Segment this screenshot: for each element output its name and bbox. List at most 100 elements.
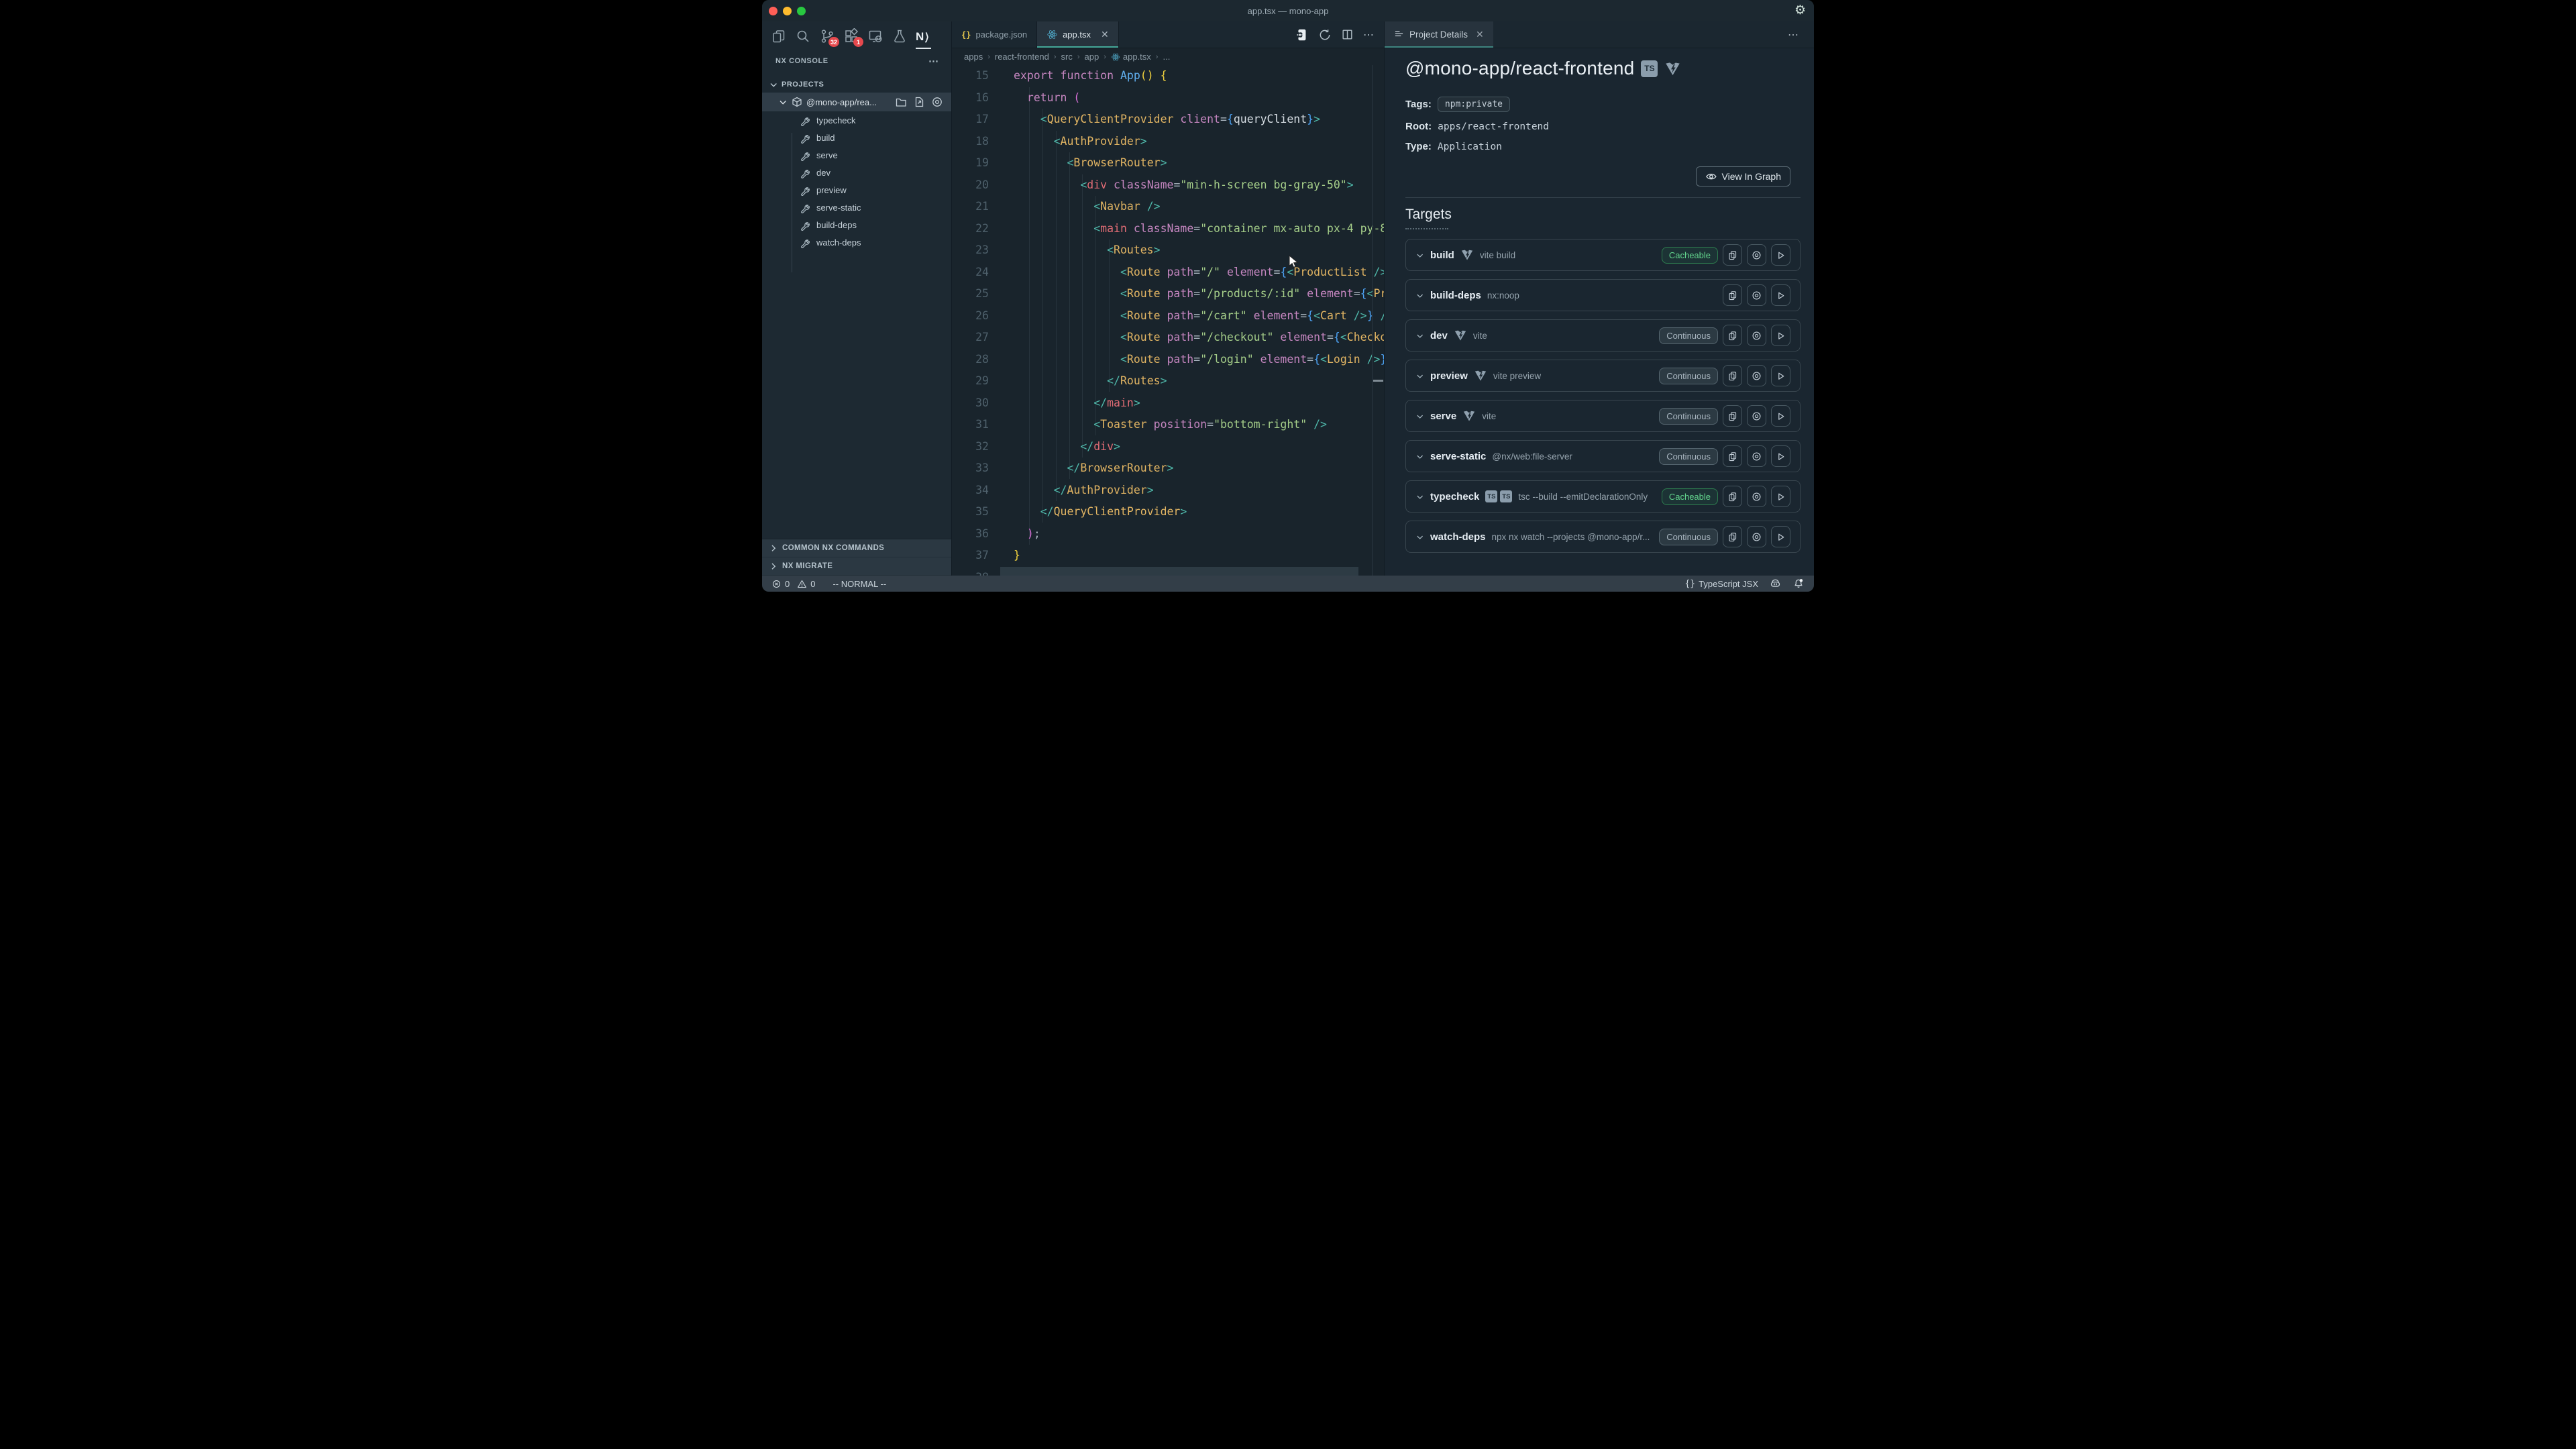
code-editor[interactable]: 15export function App() {16 return (17 <… xyxy=(952,65,1384,576)
breadcrumb-item--[interactable]: ... xyxy=(1163,52,1170,62)
code-line-30: 30 </main> xyxy=(952,392,1384,415)
vim-mode-indicator: -- NORMAL -- xyxy=(833,579,886,589)
tree-item-build-deps[interactable]: build-deps xyxy=(762,216,951,233)
panel-more-icon[interactable]: ⋯ xyxy=(1788,28,1814,42)
tree-item-typecheck[interactable]: typecheck xyxy=(762,111,951,129)
target-card-build-deps: build-deps nx:noop xyxy=(1405,279,1801,311)
target-command: tsc --build --emitDeclarationOnly xyxy=(1518,492,1648,502)
breadcrumb-item-apps[interactable]: apps xyxy=(964,52,983,62)
copy-icon[interactable] xyxy=(1723,405,1742,427)
chevron-down-icon[interactable] xyxy=(1415,412,1424,421)
view-output-icon[interactable] xyxy=(1747,445,1766,467)
copilot-icon[interactable] xyxy=(1769,578,1782,590)
copy-icon[interactable] xyxy=(1723,244,1742,266)
copy-icon[interactable] xyxy=(1723,365,1742,386)
breadcrumb-item-src[interactable]: src xyxy=(1061,52,1072,62)
tab-package-json[interactable]: {} package.json xyxy=(952,21,1037,48)
target-card-typecheck: typecheck TSTS tsc --build --emitDeclara… xyxy=(1405,480,1801,513)
tree-item-dev[interactable]: dev xyxy=(762,164,951,181)
testing-beaker-icon[interactable] xyxy=(890,25,909,48)
nx-console-icon[interactable]: N⟩ xyxy=(914,25,933,48)
panel-content: @mono-app/react-frontend TS Tags: npm:pr… xyxy=(1385,48,1814,576)
tab-app-tsx[interactable]: app.tsx ✕ xyxy=(1037,21,1119,48)
run-target-icon[interactable] xyxy=(1771,325,1790,346)
copy-icon[interactable] xyxy=(1723,284,1742,306)
section-common-nx-commands[interactable]: COMMON NX COMMANDS xyxy=(762,539,951,557)
chevron-down-icon[interactable] xyxy=(1415,251,1424,260)
run-target-icon[interactable] xyxy=(1771,405,1790,427)
run-target-icon[interactable] xyxy=(1771,365,1790,386)
split-editor-icon[interactable] xyxy=(1341,28,1354,41)
tree-item-serve-static[interactable]: serve-static xyxy=(762,199,951,216)
search-icon[interactable] xyxy=(793,25,812,48)
vite-icon xyxy=(1664,60,1681,77)
language-mode[interactable]: {} TypeScript JSX xyxy=(1684,579,1758,589)
tree-item-watch-deps[interactable]: watch-deps xyxy=(762,233,951,251)
notifications-bell-icon[interactable] xyxy=(1792,578,1805,590)
code-line-15: 15export function App() { xyxy=(952,65,1384,87)
folder-icon[interactable] xyxy=(895,96,907,108)
section-nx-migrate[interactable]: NX MIGRATE xyxy=(762,557,951,576)
chevron-down-icon[interactable] xyxy=(1415,533,1424,541)
close-panel-icon[interactable]: ✕ xyxy=(1476,29,1484,40)
view-output-icon[interactable] xyxy=(1747,325,1766,346)
copy-icon[interactable] xyxy=(1723,526,1742,547)
view-graph-icon[interactable] xyxy=(931,96,943,108)
vscode-window: app.tsx — mono-app ⚙ 32 1 xyxy=(762,0,1814,592)
tree-section-projects[interactable]: PROJECTS xyxy=(762,76,951,93)
project-details-panel: Project Details ✕ ⋯ @mono-app/react-fron… xyxy=(1385,21,1814,576)
target-tool-icon: TSTS xyxy=(1485,490,1512,502)
editor-group[interactable]: {} package.json app.tsx ✕ ⋯ xyxy=(952,21,1385,576)
chevron-down-icon[interactable] xyxy=(1415,372,1424,380)
nx-project-details-icon[interactable] xyxy=(1294,27,1309,43)
close-tab-icon[interactable]: ✕ xyxy=(1101,29,1109,40)
run-target-icon[interactable] xyxy=(1771,284,1790,306)
tree-item-preview[interactable]: preview xyxy=(762,181,951,199)
explorer-icon[interactable] xyxy=(769,25,788,48)
settings-gear-icon[interactable]: ⚙ xyxy=(1794,3,1806,18)
remote-explorer-icon[interactable] xyxy=(865,25,885,48)
run-target-icon[interactable] xyxy=(1771,486,1790,507)
view-output-icon[interactable] xyxy=(1747,405,1766,427)
extensions-icon[interactable]: 1 xyxy=(841,25,861,48)
minimize-window-button[interactable] xyxy=(783,7,792,15)
more-actions-icon[interactable]: ⋯ xyxy=(1363,28,1375,42)
tree-item-serve[interactable]: serve xyxy=(762,146,951,164)
tree-item-build[interactable]: build xyxy=(762,129,951,146)
open-config-icon[interactable] xyxy=(913,96,925,108)
refresh-icon[interactable] xyxy=(1318,28,1332,42)
close-window-button[interactable] xyxy=(769,7,777,15)
view-output-icon[interactable] xyxy=(1747,486,1766,507)
problems-indicator[interactable]: 0 0 xyxy=(771,579,815,589)
chevron-down-icon[interactable] xyxy=(1415,291,1424,300)
wrench-icon xyxy=(800,115,811,126)
code-line-31: 31 <Toaster position="bottom-right" /> xyxy=(952,414,1384,436)
code-line-29: 29 </Routes> xyxy=(952,370,1384,392)
sidebar-bottom-sections: COMMON NX COMMANDS NX MIGRATE xyxy=(762,539,951,576)
tab-project-details[interactable]: Project Details ✕ xyxy=(1385,21,1493,48)
view-output-icon[interactable] xyxy=(1747,365,1766,386)
run-target-icon[interactable] xyxy=(1771,445,1790,467)
breadcrumb-item-react-frontend[interactable]: react-frontend xyxy=(995,52,1049,62)
view-in-graph-button[interactable]: View In Graph xyxy=(1696,166,1790,186)
source-control-icon[interactable]: 32 xyxy=(817,25,837,48)
code-line-23: 23 <Routes> xyxy=(952,239,1384,262)
chevron-down-icon[interactable] xyxy=(1415,331,1424,340)
copy-icon[interactable] xyxy=(1723,445,1742,467)
copy-icon[interactable] xyxy=(1723,325,1742,346)
tree-item-project[interactable]: @mono-app/rea... xyxy=(762,93,951,111)
run-target-icon[interactable] xyxy=(1771,526,1790,547)
maximize-window-button[interactable] xyxy=(797,7,806,15)
chevron-down-icon[interactable] xyxy=(1415,452,1424,461)
targets-heading: Targets xyxy=(1405,207,1452,223)
view-output-icon[interactable] xyxy=(1747,244,1766,266)
run-target-icon[interactable] xyxy=(1771,244,1790,266)
sidebar-more-icon[interactable]: ⋯ xyxy=(928,55,939,67)
chevron-down-icon[interactable] xyxy=(1415,492,1424,501)
breadcrumb-separator: › xyxy=(1156,53,1159,61)
breadcrumb-item-app[interactable]: app xyxy=(1085,52,1099,62)
view-output-icon[interactable] xyxy=(1747,526,1766,547)
copy-icon[interactable] xyxy=(1723,486,1742,507)
view-output-icon[interactable] xyxy=(1747,284,1766,306)
breadcrumb-item-app-tsx[interactable]: app.tsx xyxy=(1111,52,1151,62)
